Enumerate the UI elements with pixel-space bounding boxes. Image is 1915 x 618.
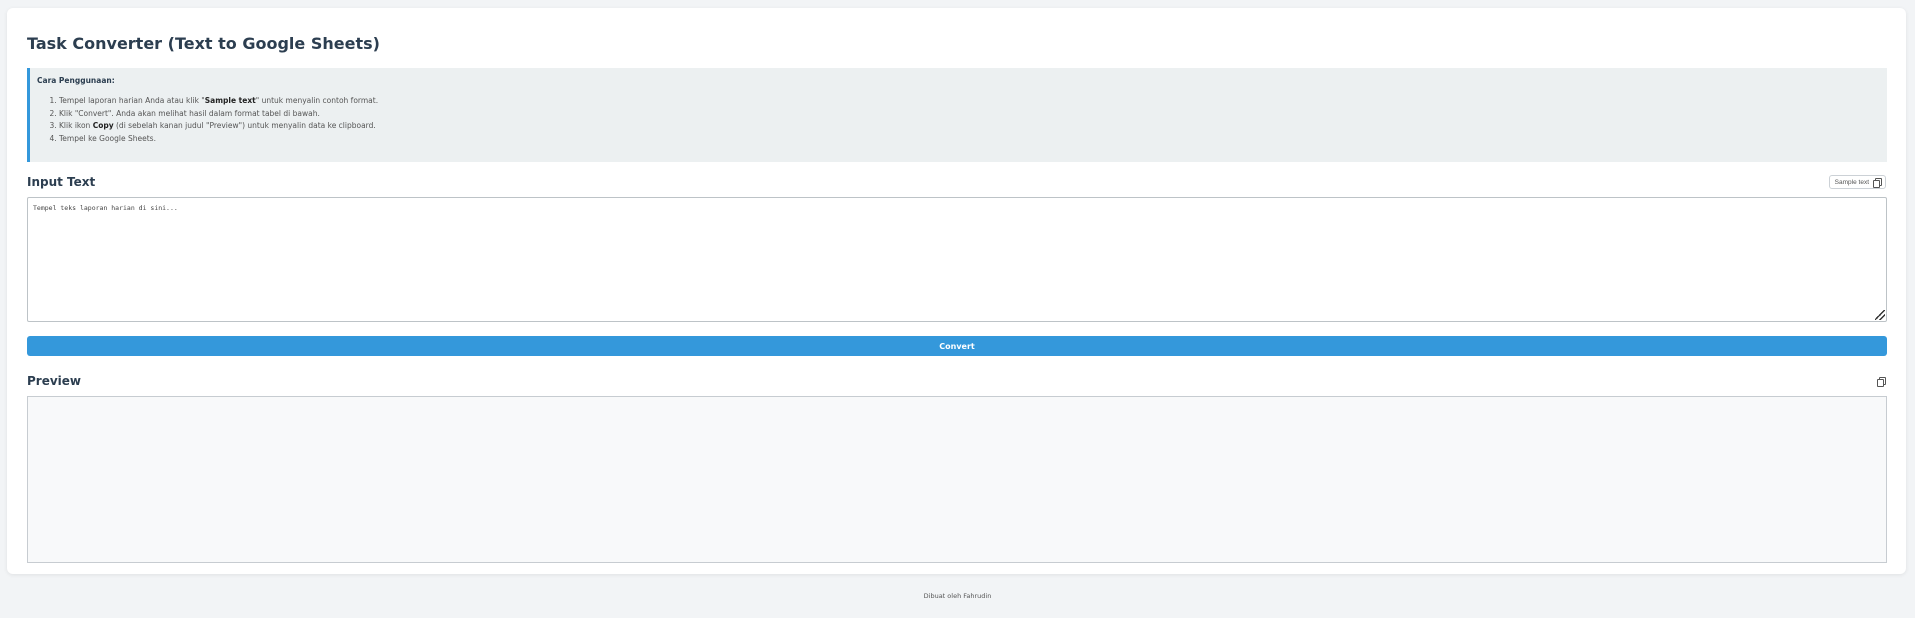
sample-text-button[interactable]: Sample text: [1828, 175, 1886, 189]
instruction-step: Tempel laporan harian Anda atau klik "Sa…: [59, 95, 1879, 108]
instruction-step: Klik "Convert". Anda akan melihat hasil …: [59, 108, 1879, 121]
instruction-text: Klik ikon: [59, 121, 93, 131]
footer-credit: Dibuat oleh Fahrudin: [923, 592, 992, 600]
input-textarea[interactable]: [27, 197, 1887, 322]
instruction-emphasis: Copy: [92, 121, 114, 131]
instructions-panel: Cara Penggunaan: Tempel laporan harian A…: [27, 68, 1887, 162]
instruction-text: Tempel laporan harian Anda atau klik ": [59, 96, 205, 105]
page-title: Task Converter (Text to Google Sheets): [27, 34, 380, 53]
instructions-title: Cara Penggunaan:: [37, 76, 115, 85]
instruction-text: " untuk menyalin contoh format.: [255, 96, 379, 105]
preview-copy-button[interactable]: [1874, 375, 1886, 387]
resize-handle-icon[interactable]: [1875, 310, 1885, 320]
instructions-list: Tempel laporan harian Anda atau klik "Sa…: [37, 95, 1879, 146]
instruction-step: Tempel ke Google Sheets.: [59, 133, 1879, 146]
input-textarea-wrapper: [27, 197, 1887, 322]
preview-section-title: Preview: [27, 374, 82, 388]
preview-output-area: [27, 396, 1887, 563]
instruction-text: (di sebelah kanan judul "Preview") untuk…: [113, 121, 376, 131]
sample-text-label: Sample text: [1834, 178, 1869, 186]
copy-icon: [1876, 377, 1886, 387]
instruction-emphasis: Sample text: [204, 96, 256, 105]
copy-icon: [1873, 178, 1882, 188]
main-card: Task Converter (Text to Google Sheets) C…: [7, 8, 1906, 574]
instruction-text: Klik "Convert". Anda akan melihat hasil …: [59, 108, 320, 118]
instruction-text: Tempel ke Google Sheets.: [59, 134, 156, 144]
convert-button[interactable]: Convert: [27, 336, 1887, 356]
instruction-step: Klik ikon Copy (di sebelah kanan judul "…: [59, 120, 1879, 133]
input-section-title: Input Text: [27, 175, 96, 189]
